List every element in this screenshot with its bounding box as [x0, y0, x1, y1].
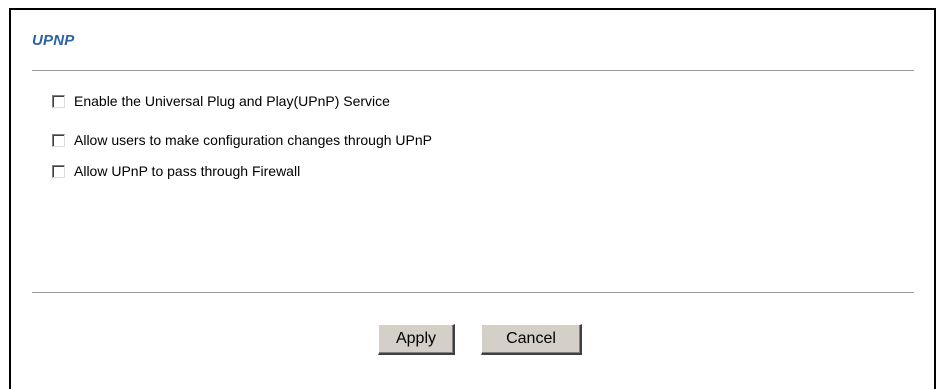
- pass-through-firewall-label: Allow UPnP to pass through Firewall: [74, 163, 301, 179]
- option-allow-config-changes[interactable]: Allow users to make configuration change…: [52, 130, 432, 150]
- pass-through-firewall-checkbox[interactable]: [52, 164, 65, 178]
- upnp-settings-panel: [9, 8, 936, 389]
- cancel-button[interactable]: Cancel: [481, 324, 582, 355]
- enable-upnp-label: Enable the Universal Plug and Play(UPnP)…: [74, 93, 390, 109]
- allow-config-changes-label: Allow users to make configuration change…: [74, 132, 432, 148]
- bottom-divider: [32, 292, 914, 294]
- option-pass-through-firewall[interactable]: Allow UPnP to pass through Firewall: [52, 161, 300, 181]
- allow-config-changes-checkbox[interactable]: [52, 133, 65, 147]
- enable-upnp-checkbox[interactable]: [52, 94, 65, 108]
- top-divider: [32, 70, 914, 72]
- apply-button[interactable]: Apply: [378, 324, 455, 355]
- option-enable-upnp[interactable]: Enable the Universal Plug and Play(UPnP)…: [52, 91, 390, 111]
- page-title: UPNP: [32, 32, 75, 49]
